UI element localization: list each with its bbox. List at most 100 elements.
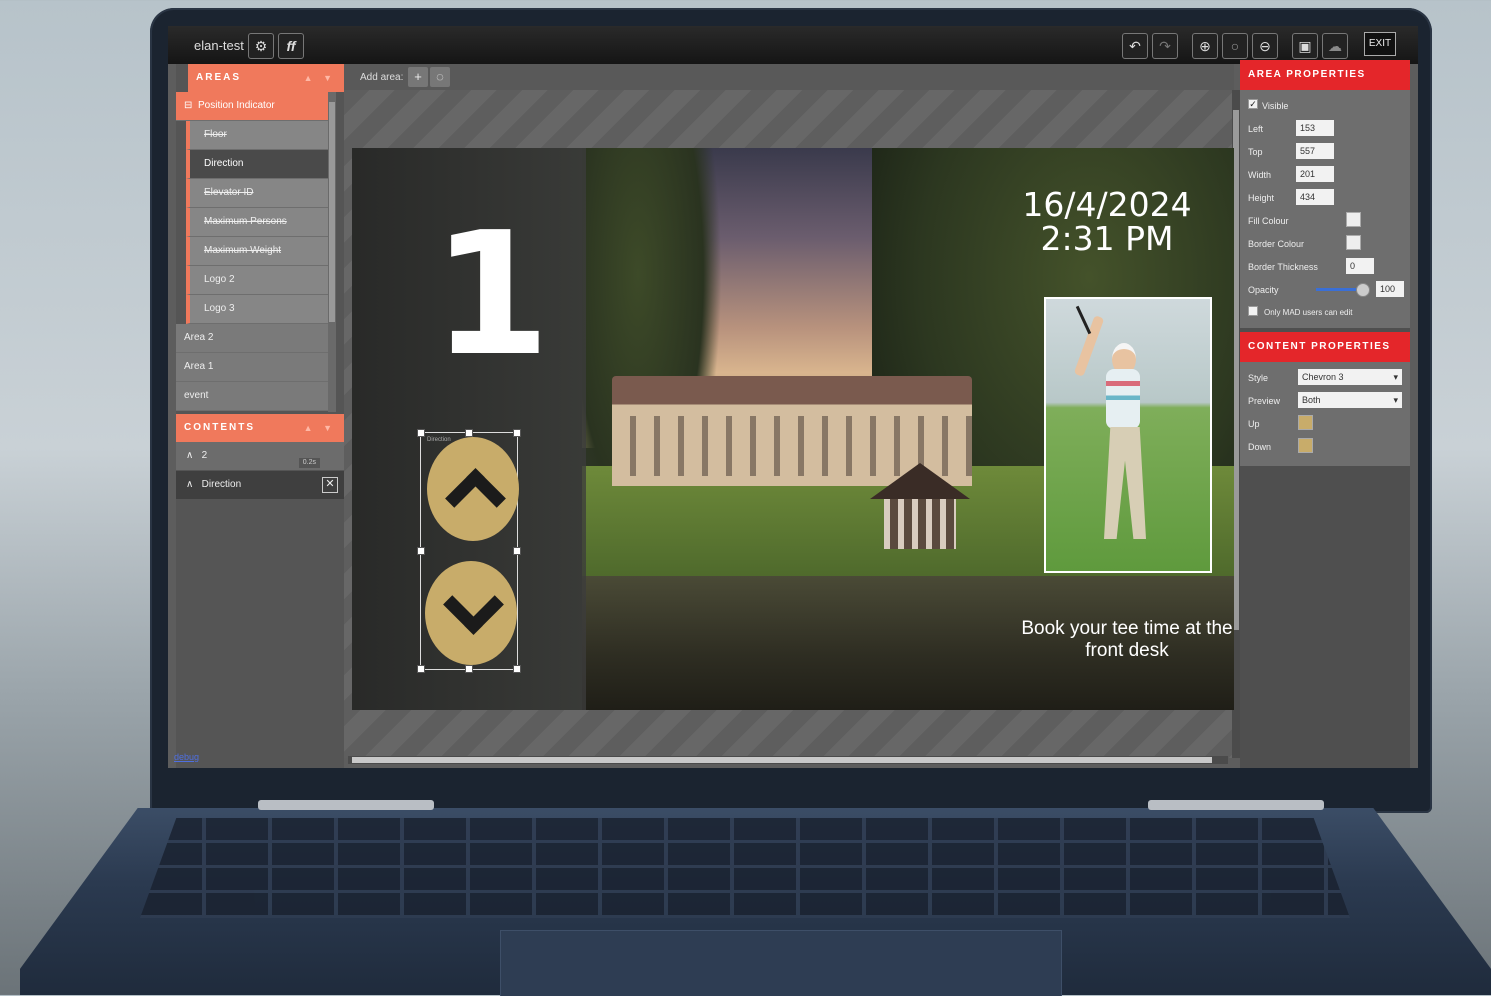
area-properties-heading: AREA PROPERTIES <box>1240 60 1410 90</box>
zoom-reset-icon[interactable]: ○ <box>1222 33 1248 59</box>
collapse-caret-icon[interactable]: ∧ <box>186 479 193 490</box>
down-colour-swatch[interactable] <box>1298 438 1313 453</box>
opacity-label: Opacity <box>1248 285 1279 295</box>
height-input[interactable]: 434 <box>1296 189 1334 205</box>
area-item-maximum-weight[interactable]: Maximum Weight <box>186 237 336 266</box>
add-area-bar: Add area: + ◌ <box>344 64 1234 90</box>
area-item-direction[interactable]: Direction <box>186 150 336 179</box>
date-time-display[interactable]: 16/4/2024 2:31 PM <box>1002 188 1212 256</box>
area-item-position-indicator[interactable]: ⊟ Position Indicator <box>176 92 336 121</box>
save-icon[interactable]: ▣ <box>1292 33 1318 59</box>
style-select[interactable]: Chevron 3 <box>1298 369 1402 385</box>
mad-row: Only MAD users can edit <box>1240 301 1410 324</box>
areas-heading-label: AREAS <box>196 72 242 83</box>
resize-handle[interactable] <box>465 429 473 437</box>
width-input[interactable]: 201 <box>1296 166 1334 182</box>
golfer-legs <box>1104 427 1146 539</box>
border-thickness-label: Border Thickness <box>1248 262 1318 272</box>
floor-number[interactable]: 1 <box>432 210 550 380</box>
redo-icon[interactable]: ↷ <box>1152 33 1178 59</box>
zoom-out-icon[interactable]: ⊖ <box>1252 33 1278 59</box>
contents-collapse-arrows[interactable]: ▲ ▼ <box>304 414 336 442</box>
area-item-maximum-persons[interactable]: Maximum Persons <box>186 208 336 237</box>
opacity-row: Opacity 100 <box>1240 278 1410 301</box>
preview-select[interactable]: Both <box>1298 392 1402 408</box>
debug-link[interactable]: debug <box>174 752 199 762</box>
border-colour-swatch[interactable] <box>1346 235 1361 250</box>
resize-handle[interactable] <box>465 665 473 673</box>
laptop-keyboard <box>140 818 1350 918</box>
resize-handle[interactable] <box>513 547 521 555</box>
right-panel: AREA PROPERTIES ✓ Visible Left 153 Top 5… <box>1240 60 1410 768</box>
area-item-area-1[interactable]: Area 1 <box>176 353 336 382</box>
top-label: Top <box>1248 147 1263 157</box>
mad-label: Only MAD users can edit <box>1264 308 1353 317</box>
collapse-icon[interactable]: ⊟ <box>184 92 192 120</box>
cloud-upload-icon[interactable]: ☁ <box>1322 33 1348 59</box>
golfer-image[interactable] <box>1044 297 1212 573</box>
height-row: Height 434 <box>1240 186 1410 209</box>
left-input[interactable]: 153 <box>1296 120 1334 136</box>
left-label: Left <box>1248 124 1264 134</box>
editor-screen: elan-test ⚙ ff ↶ ↷ ⊕ ○ ⊖ ▣ ☁ EXIT AREAS … <box>168 26 1418 768</box>
resize-handle[interactable] <box>417 547 425 555</box>
promo-text[interactable]: Book your tee time at the front desk <box>1012 618 1234 662</box>
app-title: elan-test <box>194 38 244 53</box>
up-colour-swatch[interactable] <box>1298 415 1313 430</box>
golfer-body <box>1106 369 1140 429</box>
visible-checkbox[interactable]: ✓ <box>1248 99 1258 109</box>
direction-selection-box[interactable]: Direction <box>417 429 521 673</box>
sign-preview[interactable]: 1 Direction 16/4/2024 2:31 PM Book your <box>352 148 1234 710</box>
close-icon[interactable]: ✕ <box>322 477 338 493</box>
undo-icon[interactable]: ↶ <box>1122 33 1148 59</box>
area-item-label: Area 2 <box>184 332 214 343</box>
fill-colour-swatch[interactable] <box>1346 212 1361 227</box>
contents-panel: CONTENTS ▲ ▼ ∧ 2 0.2s ∧ Direction ✕ <box>176 414 344 500</box>
exit-button[interactable]: EXIT <box>1364 32 1396 56</box>
area-item-label: Maximum Persons <box>204 216 287 227</box>
content-properties-heading: CONTENT PROPERTIES <box>1240 332 1410 362</box>
area-item-label: Floor <box>204 129 227 140</box>
areas-collapse-arrows[interactable]: ▲ ▼ <box>304 64 336 92</box>
width-label: Width <box>1248 170 1272 180</box>
area-item-logo-3[interactable]: Logo 3 <box>186 295 336 324</box>
areas-scrollbar[interactable] <box>328 92 336 412</box>
gear-icon[interactable]: ⚙ <box>248 33 274 59</box>
zoom-in-icon[interactable]: ⊕ <box>1192 33 1218 59</box>
time-text: 2:31 PM <box>1040 219 1174 258</box>
fill-colour-row: Fill Colour <box>1240 209 1410 232</box>
preview-label: Preview <box>1248 396 1281 406</box>
font-button[interactable]: ff <box>278 33 304 59</box>
visible-row: ✓ Visible <box>1240 94 1410 117</box>
top-input[interactable]: 557 <box>1296 143 1334 159</box>
duration-badge: 0.2s <box>298 458 320 468</box>
area-item-label: Logo 3 <box>204 303 235 314</box>
area-item-label: Direction <box>204 158 244 169</box>
opacity-input[interactable]: 100 <box>1376 281 1404 297</box>
chevron-up-icon <box>427 437 519 541</box>
area-item-label: Maximum Weight <box>204 245 282 256</box>
area-item-area-2[interactable]: Area 2 <box>176 324 336 353</box>
resize-handle[interactable] <box>417 429 425 437</box>
content-item[interactable]: ∧ 2 0.2s <box>176 442 344 471</box>
resize-handle[interactable] <box>513 429 521 437</box>
height-label: Height <box>1248 193 1275 203</box>
area-item-label: event <box>184 390 209 401</box>
area-item-elevator-id[interactable]: Elevator ID <box>186 179 336 208</box>
resize-handle[interactable] <box>417 665 425 673</box>
resize-handle[interactable] <box>513 665 521 673</box>
content-item-direction[interactable]: ∧ Direction ✕ <box>176 471 344 500</box>
area-item-logo-2[interactable]: Logo 2 <box>186 266 336 295</box>
style-row: Style Chevron 3 <box>1240 366 1410 389</box>
comment-icon[interactable]: ◌ <box>430 67 450 87</box>
plus-icon[interactable]: + <box>408 67 428 87</box>
areas-heading: AREAS ▲ ▼ <box>188 64 344 92</box>
mad-checkbox[interactable] <box>1248 306 1258 316</box>
opacity-slider[interactable] <box>1316 283 1370 297</box>
collapse-caret-icon[interactable]: ∧ <box>186 450 193 461</box>
border-thickness-input[interactable]: 0 <box>1346 258 1374 274</box>
area-item-event[interactable]: event <box>176 382 336 411</box>
golfer-arms <box>1073 315 1105 377</box>
canvas-horizontal-scrollbar[interactable] <box>348 756 1228 764</box>
area-item-floor[interactable]: Floor <box>186 121 336 150</box>
